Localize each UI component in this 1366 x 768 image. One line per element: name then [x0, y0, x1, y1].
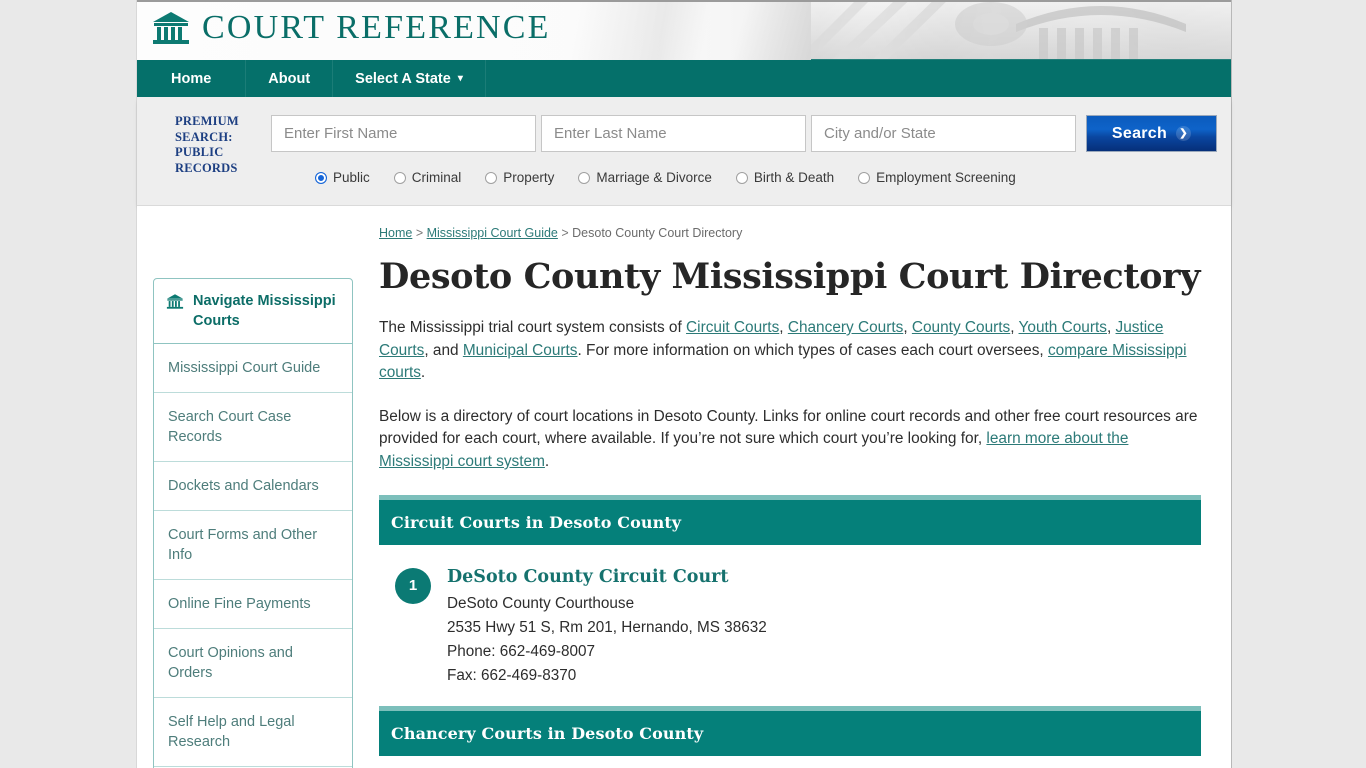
brand-title: COURT REFERENCE — [202, 9, 551, 46]
radio-label-criminal: Criminal — [411, 170, 462, 185]
court-phone: Phone: 662-469-8007 — [447, 642, 595, 660]
para2-text-2: . — [544, 452, 550, 470]
main-column: Home > Mississippi Court Guide > Desoto … — [379, 226, 1215, 768]
chevron-down-icon: ▾ — [457, 73, 463, 84]
breadcrumb-separator-2: > — [557, 226, 573, 240]
link-municipal-courts[interactable]: Municipal Courts — [463, 342, 578, 359]
site-masthead: COURT REFERENCE — [137, 0, 1231, 60]
para1-text-8: . — [420, 364, 426, 382]
breadcrumb-separator-1: > — [412, 226, 427, 240]
radio-dot-employment-screening[interactable] — [858, 171, 871, 184]
link-circuit-courts[interactable]: Circuit Courts — [686, 319, 779, 336]
sidebar-item-mississippi-court-guide[interactable]: Mississippi Court Guide — [154, 344, 352, 393]
sidebar-navigate-courts: Navigate Mississippi Courts Mississippi … — [153, 278, 353, 768]
link-youth-courts[interactable]: Youth Courts — [1019, 319, 1107, 336]
section-heading-chancery-courts: Chancery Courts in Desoto County — [379, 710, 1201, 756]
para1-text-2: , — [779, 319, 788, 336]
radio-label-public: Public — [333, 170, 370, 185]
radio-dot-criminal[interactable] — [393, 171, 406, 184]
court-address: 2535 Hwy 51 S, Rm 201, Hernando, MS 3863… — [447, 618, 767, 636]
sidebar-header-label: Navigate Mississippi Courts — [193, 293, 336, 329]
premium-label-line-3: PUBLIC — [175, 145, 224, 159]
sidebar-item-search-court-case-records[interactable]: Search Court Case Records — [154, 393, 352, 462]
court-fax: Fax: 662-469-8370 — [447, 666, 577, 684]
page-root: COURT REFERENCE Home About Select A Stat… — [0, 0, 1366, 768]
radio-label-marriage-divorce: Marriage & Divorce — [596, 170, 712, 185]
para1-text-3: , — [903, 319, 912, 336]
radio-dot-property[interactable] — [485, 171, 498, 184]
section-chancery-courts: Chancery Courts in Desoto County — [379, 705, 1201, 756]
court-number-badge: 1 — [395, 567, 431, 604]
radio-label-property: Property — [503, 170, 555, 185]
radio-label-employment-screening: Employment Screening — [876, 170, 1016, 185]
radio-option-employment-screening[interactable]: Employment Screening — [858, 170, 1016, 185]
radio-dot-marriage-divorce[interactable] — [578, 171, 591, 184]
courthouse-icon — [153, 12, 189, 44]
radio-option-marriage-divorce[interactable]: Marriage & Divorce — [578, 170, 712, 185]
sidebar-item-self-help-and-legal-research[interactable]: Self Help and Legal Research — [154, 698, 352, 767]
radio-label-birth-death: Birth & Death — [753, 170, 835, 185]
para1-text-7: . For more information on which types of… — [577, 341, 1048, 359]
search-fields: Search ❯ — [271, 115, 1217, 152]
radio-dot-public[interactable] — [315, 171, 327, 184]
brand[interactable]: COURT REFERENCE — [151, 9, 551, 47]
main-navigation: Home About Select A State ▾ — [137, 60, 1231, 97]
nav-item-home[interactable]: Home — [137, 60, 247, 97]
breadcrumb-link-mississippi-court-guide[interactable]: Mississippi Court Guide — [427, 226, 558, 240]
site-container: COURT REFERENCE Home About Select A Stat… — [136, 0, 1232, 768]
premium-label-line-2: SEARCH: — [175, 129, 233, 144]
nav-label-select-a-state: Select A State — [355, 70, 451, 87]
para1-text-6: , and — [424, 341, 463, 359]
premium-search-label: PREMIUM SEARCH: PUBLIC RECORDS — [175, 114, 260, 176]
intro-paragraph-1: The Mississippi trial court system consi… — [379, 317, 1201, 385]
radio-option-criminal[interactable]: Criminal — [393, 170, 462, 185]
radio-option-public[interactable]: Public — [315, 170, 370, 185]
search-button[interactable]: Search ❯ — [1086, 115, 1217, 152]
first-name-input[interactable] — [271, 115, 536, 152]
nav-item-select-a-state[interactable]: Select A State ▾ — [333, 60, 486, 97]
content-area: Navigate Mississippi Courts Mississippi … — [137, 206, 1231, 768]
sidebar-item-court-opinions-and-orders[interactable]: Court Opinions and Orders — [154, 629, 352, 698]
search-button-label: Search — [1111, 124, 1168, 142]
premium-search-bar: PREMIUM SEARCH: PUBLIC RECORDS Search ❯ … — [137, 97, 1231, 206]
page-title: Desoto County Mississippi Court Director… — [379, 256, 1201, 297]
section-circuit-courts: Circuit Courts in Desoto County — [379, 494, 1201, 545]
breadcrumb-current: Desoto County Court Directory — [572, 226, 743, 240]
city-state-input[interactable] — [811, 115, 1076, 152]
radio-option-birth-death[interactable]: Birth & Death — [735, 170, 835, 185]
radio-dot-birth-death[interactable] — [735, 171, 748, 184]
nav-item-about[interactable]: About — [246, 60, 334, 97]
para1-text-5: , — [1106, 319, 1116, 336]
link-county-courts[interactable]: County Courts — [912, 319, 1010, 336]
court-name-link[interactable]: DeSoto County Circuit Court — [447, 565, 767, 589]
section-heading-circuit-courts: Circuit Courts in Desoto County — [379, 499, 1201, 545]
breadcrumb-link-home[interactable]: Home — [379, 226, 412, 240]
sidebar-item-online-fine-payments[interactable]: Online Fine Payments — [154, 580, 352, 629]
court-listing-item: 1 DeSoto County Circuit Court DeSoto Cou… — [379, 545, 1201, 706]
intro-paragraph-2: Below is a directory of court locations … — [379, 406, 1201, 474]
nav-label-home: Home — [171, 70, 212, 87]
radio-option-property[interactable]: Property — [485, 170, 554, 185]
court-details: DeSoto County Circuit Court DeSoto Count… — [447, 565, 767, 688]
courthouse-icon — [166, 294, 184, 309]
breadcrumb: Home > Mississippi Court Guide > Desoto … — [379, 226, 1201, 240]
search-category-radio-group: Public Criminal Property Marriage & Divo… — [315, 170, 1040, 185]
premium-label-line-4: RECORDS — [175, 160, 238, 175]
para1-text-4: , — [1010, 319, 1019, 336]
para1-text-1: The Mississippi trial court system consi… — [379, 319, 687, 336]
chevron-right-icon: ❯ — [1176, 126, 1192, 141]
link-chancery-courts[interactable]: Chancery Courts — [788, 319, 903, 336]
sidebar-item-court-forms-and-other-info[interactable]: Court Forms and Other Info — [154, 511, 352, 580]
nav-label-about: About — [268, 70, 311, 87]
masthead-architecture-image — [811, 2, 1231, 60]
last-name-input[interactable] — [541, 115, 806, 152]
sidebar-item-dockets-and-calendars[interactable]: Dockets and Calendars — [154, 462, 352, 511]
sidebar-header: Navigate Mississippi Courts — [154, 279, 352, 344]
court-building: DeSoto County Courthouse — [447, 594, 635, 612]
premium-label-line-1: PREMIUM — [175, 114, 239, 128]
